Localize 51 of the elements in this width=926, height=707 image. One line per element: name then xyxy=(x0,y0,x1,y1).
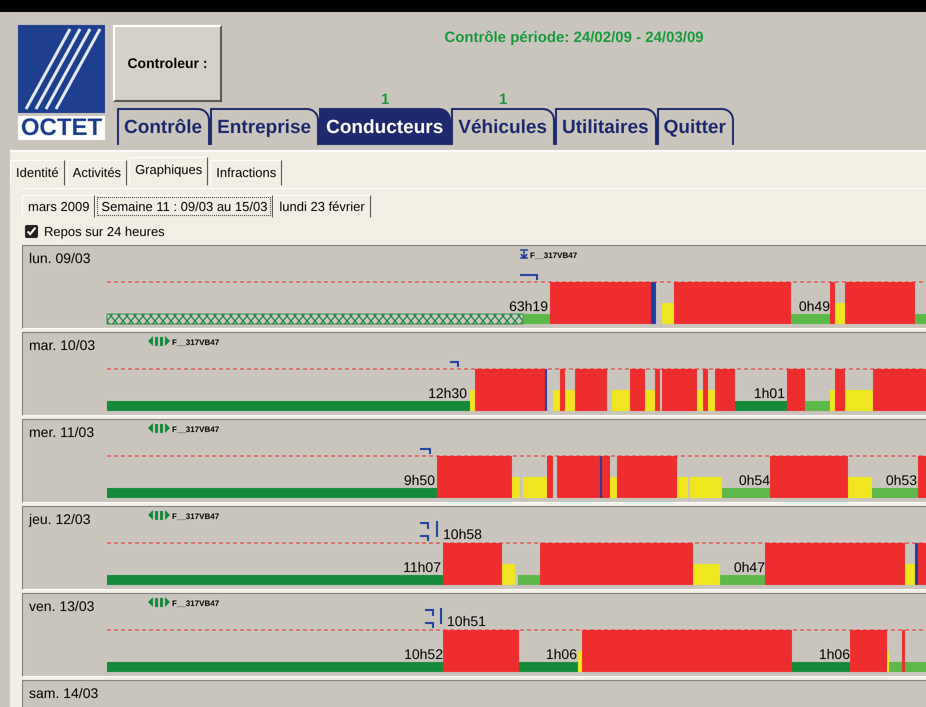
duration-label: 10h58 xyxy=(443,526,482,542)
duration-label: 11h07 xyxy=(403,558,441,574)
duration-label: 0h53 xyxy=(886,472,917,488)
duration-label: 0h49 xyxy=(798,298,830,314)
main-tab[interactable]: Véhicules xyxy=(451,108,555,145)
duration-label: 1h06 xyxy=(818,646,850,662)
day-label: mar. 10/03 xyxy=(29,336,96,352)
period-title: Contrôle période: 24/02/09 - 24/03/09 xyxy=(444,29,704,46)
logo-text: OCTET xyxy=(18,116,105,140)
count-label: 1 xyxy=(498,91,508,108)
duration-label: 63h19 xyxy=(509,298,548,314)
main-tab[interactable]: Quitter xyxy=(656,108,734,145)
sub-tab[interactable]: Infractions xyxy=(210,160,282,186)
controller-button[interactable]: Controleur : xyxy=(113,25,222,102)
day-label: lun. 09/03 xyxy=(29,250,90,266)
main-tab[interactable]: Entreprise xyxy=(210,108,320,145)
day-label: ven. 13/03 xyxy=(29,598,94,614)
logo-icon xyxy=(18,25,105,113)
main-tab[interactable]: Contrôle xyxy=(117,108,210,145)
duration-label: 10h52 xyxy=(404,646,443,662)
double-arrow-icon xyxy=(148,336,170,346)
duration-label: 1h06 xyxy=(546,646,577,662)
duration-label: 0h47 xyxy=(734,558,765,574)
checkbox-label: Repos sur 24 heures xyxy=(44,223,165,241)
period-tab[interactable]: lundi 23 février xyxy=(273,194,371,218)
period-tab[interactable]: Semaine 11 : 09/03 au 15/03 xyxy=(95,194,274,218)
vehicle-label: F__317VB47 xyxy=(172,424,220,434)
duration-label: 10h51 xyxy=(447,612,486,628)
vehicle-label: F__317VB47 xyxy=(530,250,578,260)
duration-label: 12h30 xyxy=(428,384,467,400)
double-arrow-icon xyxy=(148,510,170,520)
vehicle-label: F__317VB47 xyxy=(172,338,220,346)
main-tab[interactable]: Utilitaires xyxy=(555,108,657,145)
vehicle-label: F__317VB47 xyxy=(172,598,220,608)
checkbox[interactable] xyxy=(25,225,38,238)
count-label: 1 xyxy=(381,91,390,108)
duration-label: 0h54 xyxy=(738,472,770,488)
main-tab[interactable]: Conducteurs xyxy=(319,108,452,145)
period-tab[interactable]: mars 2009 xyxy=(22,194,96,218)
pin-icon xyxy=(519,248,529,259)
day-label: jeu. 12/03 xyxy=(29,510,90,526)
sub-tab[interactable]: Identité xyxy=(10,160,65,186)
double-arrow-icon xyxy=(148,422,170,432)
sub-tab[interactable]: Activités xyxy=(66,160,128,186)
duration-label: 1h01 xyxy=(754,384,785,400)
day-label: mer. 11/03 xyxy=(29,424,94,440)
vehicle-label: F__317VB47 xyxy=(172,512,220,520)
sub-tab[interactable]: Graphiques xyxy=(129,157,208,186)
double-arrow-icon xyxy=(148,596,170,606)
duration-label: 9h50 xyxy=(404,472,435,488)
day-label: sam. 14/03 xyxy=(29,684,98,700)
